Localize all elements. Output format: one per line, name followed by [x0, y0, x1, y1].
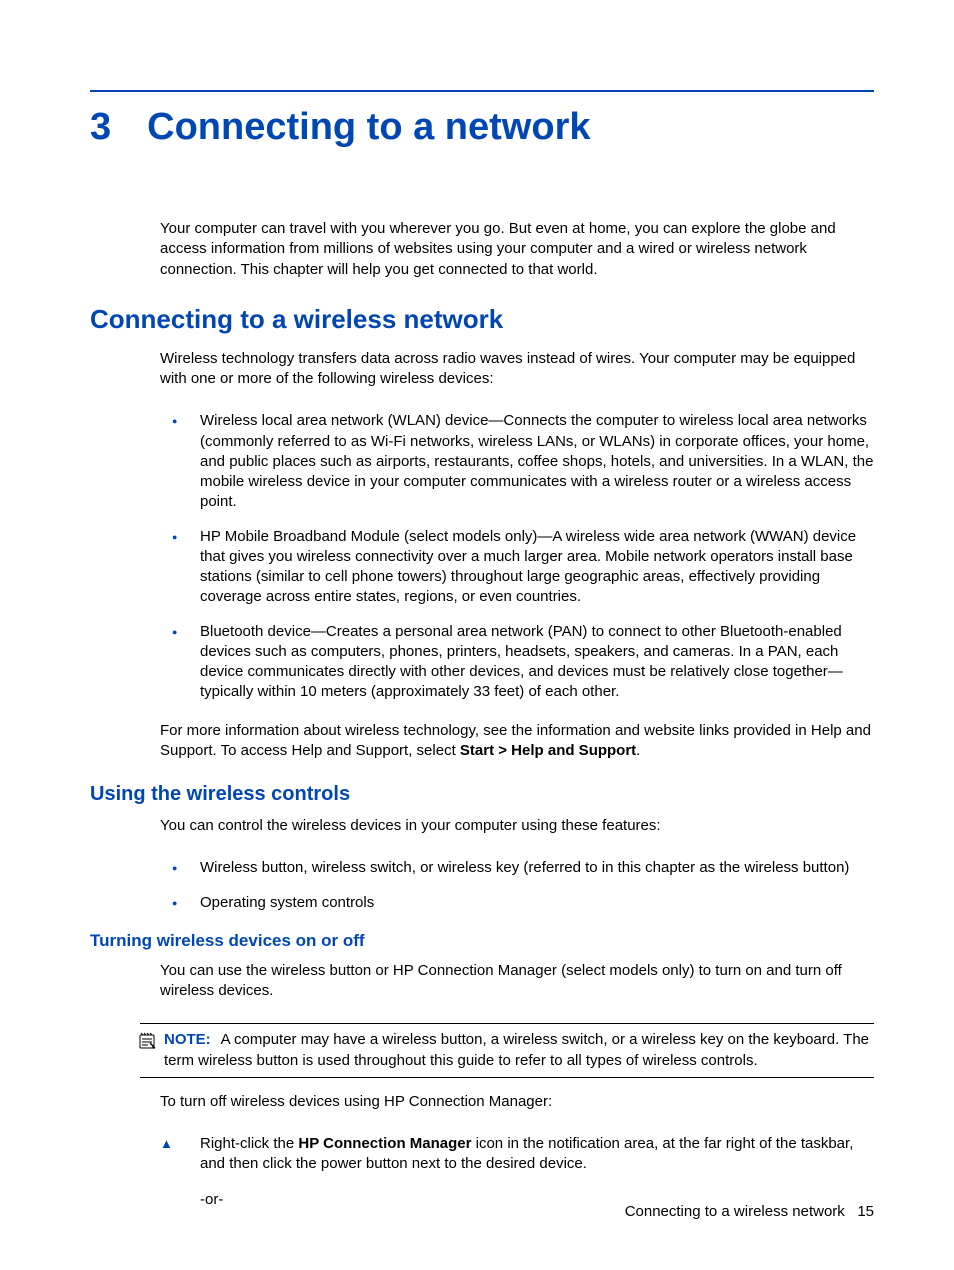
wireless-device-list: Wireless local area network (WLAN) devic… — [160, 411, 874, 702]
chapter-number: 3 — [90, 106, 111, 149]
section1-intro: Wireless technology transfers data acros… — [160, 349, 874, 390]
list-item: Bluetooth device—Creates a personal area… — [200, 622, 874, 703]
section1-after: For more information about wireless tech… — [160, 721, 874, 762]
note-label: NOTE: — [164, 1031, 211, 1048]
section-heading-controls: Using the wireless controls — [90, 783, 874, 806]
procedure-step: Right-click the HP Connection Manager ic… — [160, 1134, 874, 1175]
page-number: 15 — [857, 1203, 874, 1220]
section2-intro: You can control the wireless devices in … — [160, 816, 874, 836]
note-icon — [138, 1032, 158, 1056]
page-footer: Connecting to a wireless network 15 — [625, 1203, 874, 1220]
chapter-intro: Your computer can travel with you wherev… — [160, 219, 874, 280]
section-heading-onoff: Turning wireless devices on or off — [90, 931, 874, 951]
list-item: Wireless local area network (WLAN) devic… — [200, 411, 874, 512]
note-body: A computer may have a wireless button, a… — [164, 1031, 869, 1068]
chapter-rule — [90, 90, 874, 92]
list-item: Wireless button, wireless switch, or wir… — [200, 858, 874, 878]
menu-path: Start > Help and Support — [460, 742, 636, 759]
list-item: Operating system controls — [200, 893, 874, 913]
section3-intro: You can use the wireless button or HP Co… — [160, 961, 874, 1002]
section3-after-note: To turn off wireless devices using HP Co… — [160, 1092, 874, 1112]
controls-list: Wireless button, wireless switch, or wir… — [160, 858, 874, 913]
ui-name: HP Connection Manager — [298, 1135, 471, 1152]
footer-section: Connecting to a wireless network — [625, 1203, 845, 1220]
text: Right-click the — [200, 1135, 298, 1152]
list-item: HP Mobile Broadband Module (select model… — [200, 527, 874, 608]
chapter-heading: 3 Connecting to a network — [90, 106, 874, 149]
note-callout: NOTE:A computer may have a wireless butt… — [140, 1023, 874, 1078]
section-heading-wireless: Connecting to a wireless network — [90, 304, 874, 335]
text: . — [636, 742, 640, 759]
chapter-title: Connecting to a network — [147, 106, 590, 149]
